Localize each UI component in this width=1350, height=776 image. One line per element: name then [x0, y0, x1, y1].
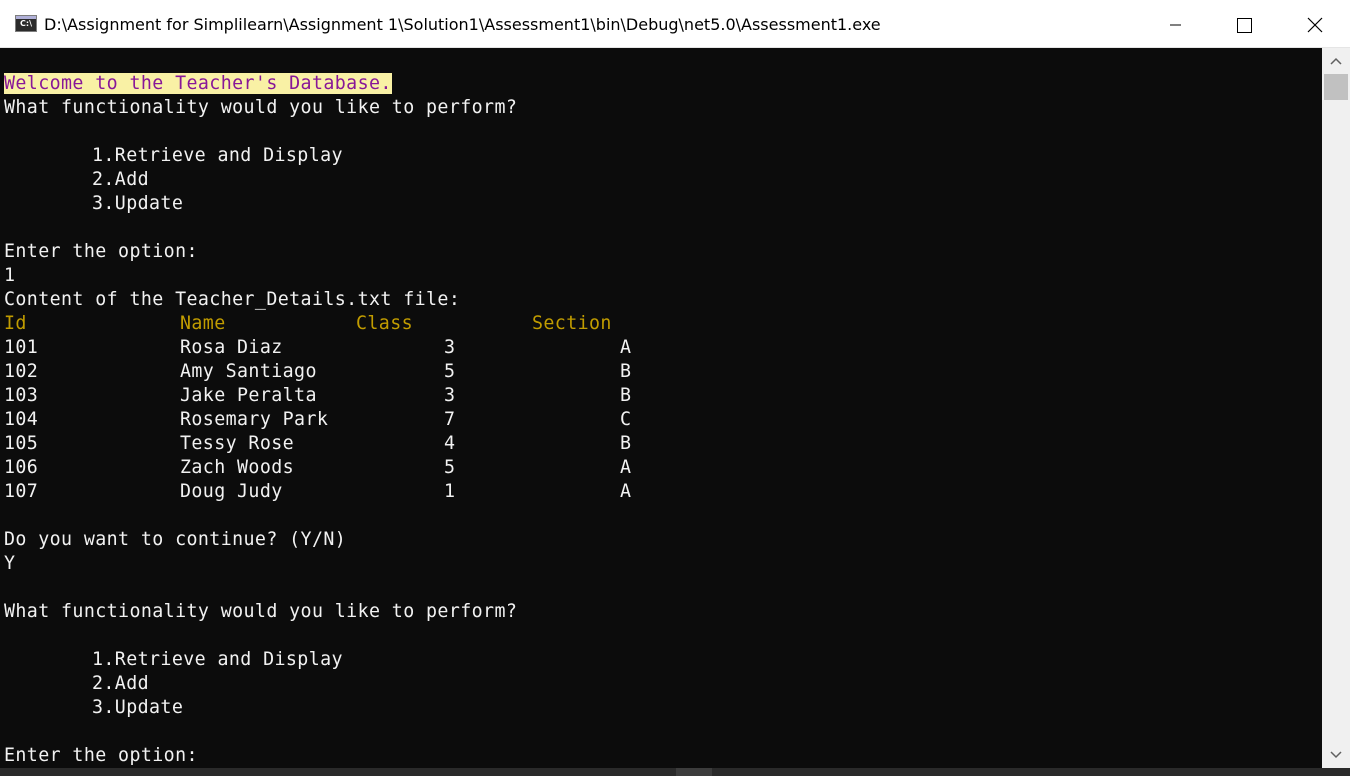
horizontal-scroll-thumb[interactable]	[676, 768, 712, 776]
cell-section: A	[620, 481, 632, 502]
cell-class: 7	[444, 409, 456, 430]
cell-class: 5	[444, 361, 456, 382]
functionality-prompt: What functionality would you like to per…	[4, 97, 518, 118]
cell-class: 3	[444, 337, 456, 358]
welcome-message: Welcome to the Teacher's Database.	[4, 73, 392, 94]
welcome-line: Welcome to the Teacher's Database.	[4, 72, 392, 96]
cell-id: 103	[4, 385, 39, 406]
user-input-option: 1	[4, 265, 16, 286]
console-output[interactable]: Welcome to the Teacher's Database. What …	[4, 48, 1322, 768]
menu-option-update: 3.Update	[92, 697, 184, 718]
enter-option-prompt: Enter the option:	[4, 745, 198, 766]
menu-option-retrieve: 1.Retrieve and Display	[92, 145, 343, 166]
cell-section: B	[620, 433, 632, 454]
console-app-icon[interactable]: C:\	[15, 15, 37, 32]
cell-class: 4	[444, 433, 456, 454]
cell-name: Rosa Diaz	[180, 337, 283, 358]
cell-section: B	[620, 361, 632, 382]
scroll-up-button[interactable]	[1322, 48, 1350, 74]
table-row: 101 Rosa Diaz 3 A	[4, 336, 704, 360]
cell-id: 101	[4, 337, 39, 358]
cell-name: Zach Woods	[180, 457, 295, 478]
table-row: 105 Tessy Rose 4 B	[4, 432, 704, 456]
cell-class: 5	[444, 457, 456, 478]
menu-option-add: 2.Add	[92, 673, 150, 694]
header-id: Id	[4, 313, 27, 334]
cell-class: 1	[444, 481, 456, 502]
cell-section: C	[620, 409, 632, 430]
minimize-button[interactable]	[1141, 0, 1209, 48]
cell-id: 102	[4, 361, 39, 382]
scroll-down-arrow-icon	[1330, 751, 1342, 759]
header-section: Section	[532, 313, 612, 334]
title-bar[interactable]: C:\ D:\Assignment for Simplilearn\Assign…	[0, 0, 1350, 48]
cell-class: 3	[444, 385, 456, 406]
file-content-label: Content of the Teacher_Details.txt file:	[4, 289, 461, 310]
menu-option-update: 3.Update	[92, 193, 184, 214]
user-input-continue: Y	[4, 553, 16, 574]
cell-name: Jake Peralta	[180, 385, 317, 406]
maximize-button[interactable]	[1209, 0, 1277, 48]
table-row: 106 Zach Woods 5 A	[4, 456, 704, 480]
window-title: D:\Assignment for Simplilearn\Assignment…	[44, 15, 881, 34]
header-class: Class	[356, 313, 414, 334]
console-window: C:\ D:\Assignment for Simplilearn\Assign…	[0, 0, 1350, 776]
cell-section: A	[620, 457, 632, 478]
vertical-scrollbar[interactable]	[1322, 48, 1350, 768]
table-row: 102 Amy Santiago 5 B	[4, 360, 704, 384]
cell-section: A	[620, 337, 632, 358]
horizontal-scrollbar[interactable]	[0, 768, 1350, 776]
cell-name: Tessy Rose	[180, 433, 295, 454]
cell-section: B	[620, 385, 632, 406]
close-button[interactable]	[1280, 0, 1348, 48]
continue-prompt: Do you want to continue? (Y/N)	[4, 529, 347, 550]
scroll-up-arrow-icon	[1330, 57, 1342, 65]
functionality-prompt: What functionality would you like to per…	[4, 601, 518, 622]
scroll-down-button[interactable]	[1322, 742, 1350, 768]
maximize-icon	[1237, 18, 1252, 33]
cell-name: Amy Santiago	[180, 361, 317, 382]
table-row: 104 Rosemary Park 7 C	[4, 408, 704, 432]
header-name: Name	[180, 313, 226, 334]
menu-option-add: 2.Add	[92, 169, 150, 190]
enter-option-prompt: Enter the option:	[4, 241, 198, 262]
table-row: 103 Jake Peralta 3 B	[4, 384, 704, 408]
scroll-thumb[interactable]	[1324, 74, 1348, 100]
cell-name: Rosemary Park	[180, 409, 329, 430]
cell-id: 107	[4, 481, 39, 502]
menu-option-retrieve: 1.Retrieve and Display	[92, 649, 343, 670]
minimize-icon	[1170, 24, 1181, 26]
cell-id: 106	[4, 457, 39, 478]
cell-id: 105	[4, 433, 39, 454]
cell-id: 104	[4, 409, 39, 430]
table-row: 107 Doug Judy 1 A	[4, 480, 704, 504]
table-header-row: Id Name Class Section	[4, 312, 704, 336]
cell-name: Doug Judy	[180, 481, 283, 502]
close-icon	[1307, 17, 1323, 33]
